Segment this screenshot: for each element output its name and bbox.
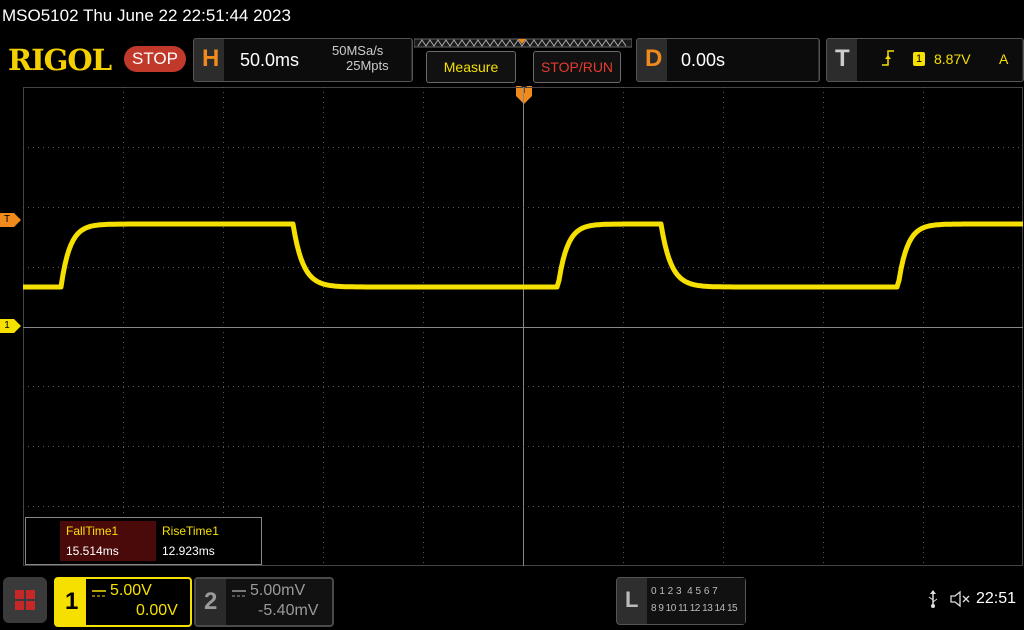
channel2-number: 2 bbox=[204, 588, 218, 615]
measure-button[interactable]: Measure bbox=[426, 51, 516, 83]
sample-rate: 50MSa/s bbox=[332, 43, 384, 58]
horizontal-letter: H bbox=[202, 45, 220, 72]
delay-panel[interactable]: D 0.00s bbox=[636, 38, 820, 82]
logic-channels-row2: 8 9 10 11 12 13 14 15 bbox=[651, 603, 738, 614]
channel2-offset: -5.40mV bbox=[258, 602, 319, 619]
measurement-label: RiseTime1 bbox=[162, 524, 219, 538]
delay-letter: D bbox=[645, 45, 663, 72]
channel2-scale: 5.00mV bbox=[250, 582, 306, 599]
trigger-panel[interactable]: T 1 8.87V A bbox=[826, 38, 1024, 82]
channel1-offset-marker-label: 1 bbox=[4, 320, 10, 331]
measurement-value: 15.514ms bbox=[66, 544, 119, 558]
home-menu-button[interactable] bbox=[3, 577, 47, 623]
waveform-display[interactable] bbox=[22, 87, 1024, 566]
rising-edge-icon bbox=[881, 49, 895, 72]
channel1-scale: 5.00V bbox=[110, 582, 152, 599]
measurement-value: 12.923ms bbox=[162, 544, 215, 558]
logic-channels-row1: 0 1 2 3 4 5 6 7 bbox=[651, 586, 718, 597]
usb-icon bbox=[926, 589, 940, 614]
memory-position-strip[interactable] bbox=[413, 36, 633, 48]
dc-coupling-icon bbox=[232, 586, 246, 604]
logic-channels-box[interactable]: L 0 1 2 3 4 5 6 7 8 9 10 11 12 13 14 15 bbox=[616, 577, 746, 625]
trigger-level-marker[interactable]: T bbox=[0, 213, 22, 232]
measurement-panel: FallTime1 15.514ms RiseTime1 12.923ms bbox=[25, 517, 262, 565]
title-bar: MSO5102 Thu June 22 22:51:44 2023 bbox=[0, 0, 1024, 32]
grid-menu-icon bbox=[15, 590, 35, 610]
channel1-offset: 0.00V bbox=[136, 602, 178, 619]
timebase-value: 50.0ms bbox=[240, 50, 300, 70]
graticule bbox=[22, 87, 1024, 566]
trigger-level-marker-label: T bbox=[3, 214, 11, 225]
device-title: MSO5102 Thu June 22 22:51:44 2023 bbox=[2, 6, 291, 25]
channel1-number: 1 bbox=[65, 588, 79, 615]
trigger-source-badge: 1 bbox=[913, 52, 925, 66]
rigol-logo: RIGOL bbox=[8, 43, 112, 77]
run-state-badge[interactable]: STOP bbox=[124, 46, 186, 72]
trigger-letter: T bbox=[835, 45, 850, 72]
speaker-muted-icon[interactable] bbox=[950, 590, 972, 613]
stop-run-label: STOP/RUN bbox=[540, 59, 614, 75]
memory-depth: 25Mpts bbox=[346, 58, 389, 73]
dc-coupling-icon bbox=[92, 586, 106, 604]
horizontal-panel[interactable]: H 50.0ms 50MSa/s 25Mpts bbox=[193, 38, 413, 82]
system-clock: 22:51 bbox=[976, 590, 1017, 607]
trigger-level: 8.87V bbox=[934, 51, 971, 67]
channel2-box[interactable]: 2 5.00mV -5.40mV bbox=[194, 577, 334, 627]
stop-run-button[interactable]: STOP/RUN bbox=[533, 51, 621, 83]
channel1-box[interactable]: 1 5.00V 0.00V bbox=[54, 577, 192, 627]
measure-label: Measure bbox=[443, 59, 499, 75]
logic-letter: L bbox=[625, 587, 639, 612]
measurement-label: FallTime1 bbox=[66, 524, 119, 538]
delay-value: 0.00s bbox=[681, 50, 726, 70]
channel1-offset-marker[interactable]: 1 bbox=[0, 319, 22, 338]
memory-strip-graphic bbox=[413, 38, 633, 48]
trigger-mode: A bbox=[999, 51, 1009, 67]
